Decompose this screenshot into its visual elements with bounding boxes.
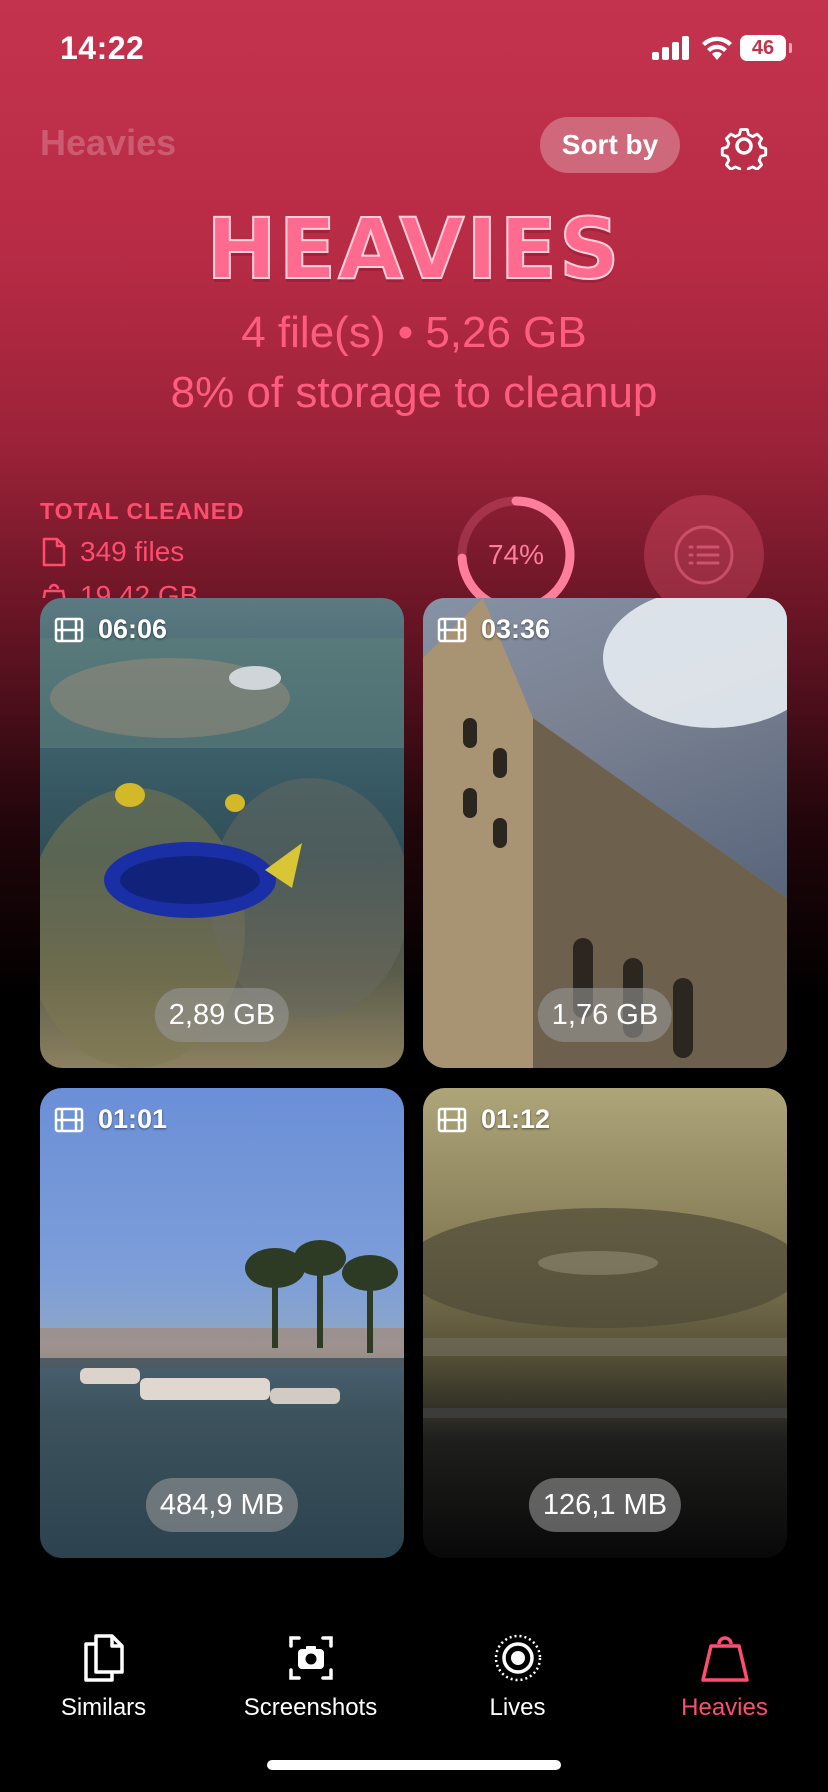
sort-by-button[interactable]: Sort by xyxy=(540,117,680,173)
film-icon xyxy=(54,1107,84,1132)
camera-frame-icon xyxy=(288,1636,333,1680)
file-size-badge: 126,1 MB xyxy=(528,1478,682,1532)
gear-icon[interactable] xyxy=(720,122,768,170)
film-icon xyxy=(437,1107,467,1132)
video-thumbnail-fish[interactable]: 06:06 2,89 GB xyxy=(40,598,404,1068)
tab-label: Screenshots xyxy=(243,1694,378,1721)
duration-label: 06:06 xyxy=(98,614,168,644)
tab-heavies[interactable]: Heavies xyxy=(621,1630,828,1730)
progress-percent: 74% xyxy=(487,539,545,570)
video-duration: 06:06 xyxy=(54,614,167,645)
cleaned-files-row: 349 files xyxy=(40,536,184,568)
status-time: 14:22 xyxy=(60,30,145,66)
list-view-button[interactable] xyxy=(644,495,764,615)
weight-small-icon xyxy=(42,583,66,598)
storage-note: 8% of storage to cleanup xyxy=(170,368,658,417)
video-thumbnail-cathedral[interactable]: 03:36 1,76 GB xyxy=(423,598,787,1068)
status-bar: 14:22 46 xyxy=(0,0,828,100)
home-indicator[interactable] xyxy=(267,1760,561,1770)
tab-lives[interactable]: Lives xyxy=(414,1630,621,1730)
file-size-badge: 484,9 MB xyxy=(145,1478,299,1532)
duration-label: 01:12 xyxy=(481,1104,551,1134)
battery-icon: 46 xyxy=(740,35,792,61)
cleaned-size-clip: 19,42 GB xyxy=(0,580,440,598)
hero-title: HEAVIES xyxy=(205,199,622,299)
file-size-badge: 1,76 GB xyxy=(537,988,673,1042)
cleaned-size-value: 19,42 GB xyxy=(80,580,199,598)
cleaned-files-count: 349 files xyxy=(80,536,185,567)
document-icon xyxy=(42,537,66,567)
tab-screenshots[interactable]: Screenshots xyxy=(207,1630,414,1730)
battery-level: 46 xyxy=(751,37,775,59)
weight-icon xyxy=(700,1636,749,1682)
file-size-badge: 2,89 GB xyxy=(154,988,290,1042)
cellular-signal-icon xyxy=(652,36,692,60)
live-photo-icon xyxy=(494,1634,541,1682)
copy-icon xyxy=(83,1634,124,1682)
tab-label: Heavies xyxy=(681,1694,768,1721)
video-duration: 03:36 xyxy=(437,614,550,645)
video-thumbnail-harbor[interactable]: 01:01 484,9 MB xyxy=(40,1088,404,1558)
files-summary: 4 file(s) • 5,26 GB xyxy=(241,308,587,357)
tab-label: Similars xyxy=(60,1694,147,1721)
duration-label: 01:01 xyxy=(98,1104,168,1134)
tab-label: Lives xyxy=(489,1694,546,1721)
header-title: Heavies xyxy=(40,122,177,163)
film-icon xyxy=(437,617,467,642)
cleaned-size-row: 19,42 GB xyxy=(40,580,198,598)
tab-similars[interactable]: Similars xyxy=(0,1630,207,1730)
list-icon xyxy=(674,525,734,585)
wifi-icon xyxy=(702,36,732,60)
duration-label: 03:36 xyxy=(481,614,551,644)
video-thumbnail-turntable[interactable]: 01:12 126,1 MB xyxy=(423,1088,787,1558)
total-cleaned-label: TOTAL CLEANED xyxy=(40,498,245,524)
film-icon xyxy=(54,617,84,642)
video-duration: 01:12 xyxy=(437,1104,550,1135)
video-duration: 01:01 xyxy=(54,1104,167,1135)
